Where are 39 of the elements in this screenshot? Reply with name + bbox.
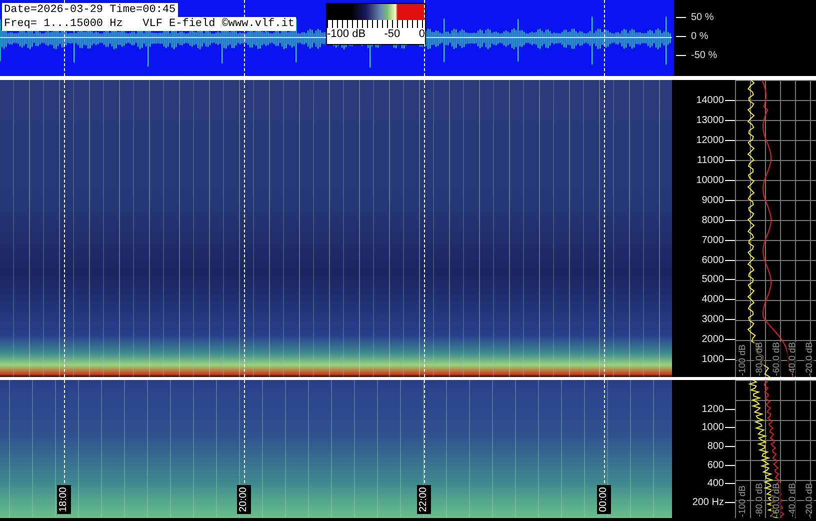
decibel-label: -20.0 dB — [804, 482, 814, 517]
frequency-label: 1200 — [702, 404, 724, 415]
amplitude-label: -50 % — [691, 50, 718, 60]
frequency-label: 4000 — [702, 294, 724, 306]
frequency-label: 3000 — [702, 314, 724, 326]
time-label: 18:00 — [57, 484, 71, 514]
amplitude-label: 50 % — [691, 12, 714, 22]
frequency-label: 13000 — [696, 115, 724, 126]
decibel-label: -20.0 dB — [804, 342, 814, 376]
frequency-label: 9000 — [702, 194, 724, 206]
frequency-label: 10000 — [696, 175, 724, 186]
amplitude-label: 0 % — [691, 30, 708, 42]
frequency-label: 12000 — [696, 135, 724, 146]
frequency-label: 7000 — [702, 234, 724, 246]
frequency-label: 11000 — [696, 155, 724, 166]
frequency-label: 14000 — [696, 95, 724, 106]
frequency-label: 600 — [707, 460, 724, 471]
frequency-label: 1000 — [702, 354, 724, 366]
decibel-label: -40.0 dB — [787, 342, 798, 376]
frequency-label: 800 — [707, 440, 724, 452]
time-label: 22:00 — [417, 484, 431, 514]
scale-label: -50 — [384, 28, 400, 41]
scale-label: -100 dB — [327, 28, 366, 41]
frequency-label: 200 Hz — [692, 496, 724, 508]
frequency-range-label: Freq= 1...15000 Hz VLF E-field ©www.vlf.it — [2, 17, 296, 31]
decibel-label: -60.0 dB — [770, 342, 780, 376]
frequency-label: 5000 — [702, 274, 724, 286]
frequency-label: 1000 — [702, 422, 724, 434]
decibel-label: -80.0 dB — [754, 342, 764, 376]
decibel-label: -40.0 dB — [787, 482, 798, 517]
date-time-label: Date=2026-03-29 Time=00:45 — [2, 3, 178, 17]
decibel-label: -60.0 dB — [770, 482, 780, 517]
time-label: 00:00 — [597, 484, 611, 514]
frequency-label: 2000 — [702, 334, 724, 346]
decibel-label: -80.0 dB — [754, 482, 764, 517]
frequency-label: 8000 — [702, 214, 724, 226]
frequency-label: 400 — [707, 478, 724, 490]
time-label: 20:00 — [237, 484, 251, 514]
frequency-label: 6000 — [702, 254, 724, 266]
